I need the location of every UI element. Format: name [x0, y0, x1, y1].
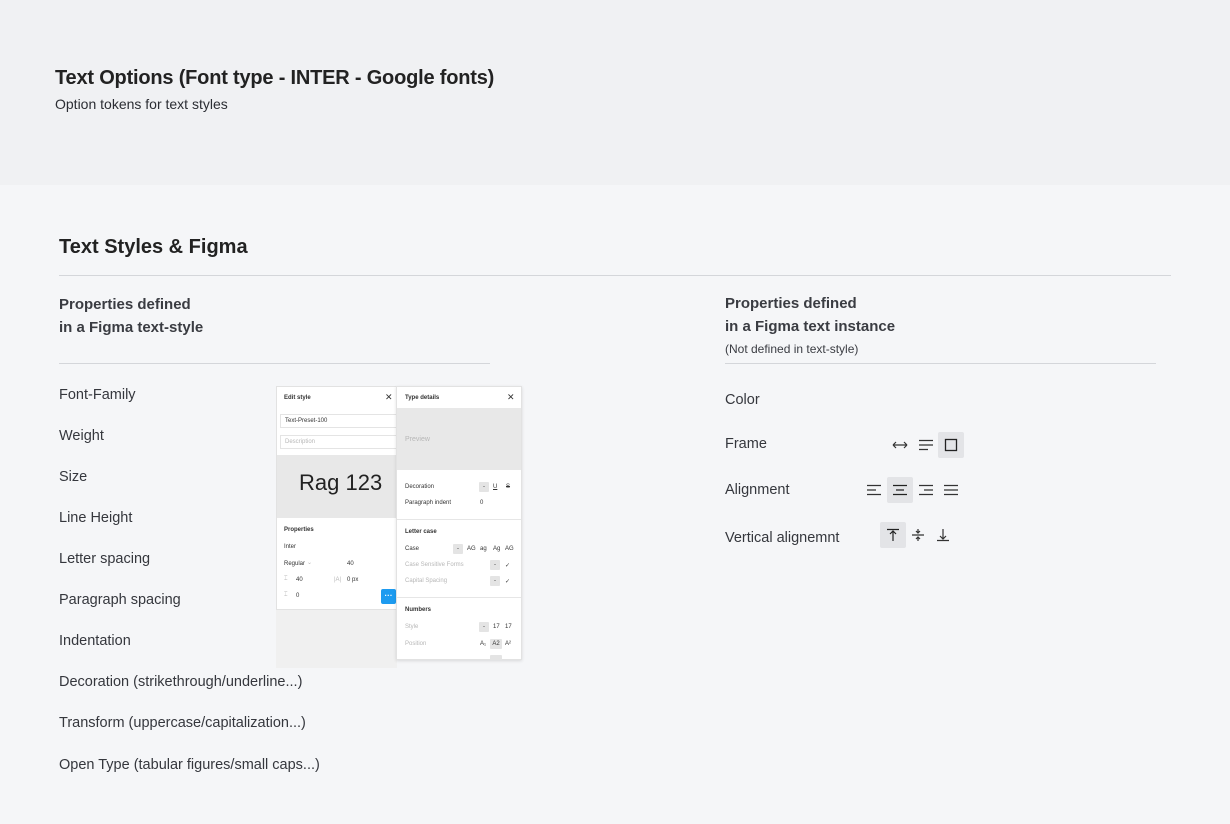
left-divider [59, 363, 490, 364]
prop-size: Size [59, 469, 88, 485]
number-style-label: Style [405, 624, 419, 630]
paragraph-spacing-icon: ⌶ [284, 592, 288, 598]
prop-alignment: Alignment [725, 482, 790, 498]
close-icon[interactable]: ✕ [385, 392, 393, 403]
paragraph-spacing-value[interactable]: 0 [296, 593, 299, 599]
case-label: Case [405, 546, 420, 552]
prop-letter-spacing: Letter spacing [59, 551, 151, 567]
prop-open-type: Open Type (tabular figures/small caps...… [59, 757, 320, 773]
page-subtitle: Option tokens for text styles [55, 96, 228, 112]
number-style-oldstyle[interactable]: 17 [505, 624, 512, 630]
number-style-none[interactable]: - [479, 622, 489, 632]
type-details-button[interactable]: ··· [381, 589, 396, 604]
underline-icon[interactable]: U [493, 484, 497, 490]
strikethrough-icon[interactable]: S [506, 484, 510, 490]
check-icon[interactable]: ✓ [505, 578, 510, 585]
line-height-icon: ⌶ [284, 576, 288, 582]
prop-paragraph-spacing: Paragraph spacing [59, 592, 181, 608]
position-subscript[interactable]: A₁ [480, 641, 486, 647]
figma-panels-screenshot: Edit style ✕ Text-Preset-100 Description… [276, 386, 522, 668]
description-field[interactable]: Description [280, 435, 398, 449]
auto-height-icon[interactable] [913, 432, 939, 458]
decoration-label: Decoration [405, 484, 435, 490]
right-heading-note: (Not defined in text-style) [725, 342, 859, 356]
case-smallcaps-option[interactable]: AG [505, 546, 514, 552]
check-icon[interactable]: ✓ [505, 562, 510, 569]
right-heading-line1: Properties defined [725, 295, 857, 312]
position-normal[interactable]: A2 [490, 639, 502, 649]
decoration-none-option[interactable]: - [479, 482, 489, 492]
case-upper-option[interactable]: AG [467, 546, 476, 552]
font-size-value[interactable]: 40 [347, 561, 354, 567]
capital-spacing-label: Capital Spacing [405, 578, 448, 584]
prop-frame: Frame [725, 436, 767, 452]
right-heading-line2: in a Figma text instance [725, 318, 896, 335]
prop-indentation: Indentation [59, 633, 131, 649]
right-column-heading: Properties defined in a Figma text insta… [725, 292, 895, 338]
page-title: Text Options (Font type - INTER - Google… [55, 67, 495, 89]
properties-label: Properties [284, 527, 314, 533]
prop-decoration: Decoration (strikethrough/underline...) [59, 674, 303, 690]
left-heading-line2: in a Figma text-style [59, 319, 204, 336]
prop-vertical-alignment: Vertical alignemnt [725, 530, 840, 546]
page-header: Text Options (Font type - INTER - Google… [0, 0, 1230, 185]
letter-spacing-value[interactable]: 0 px [347, 577, 358, 583]
right-divider [725, 363, 1156, 364]
case-none-option[interactable]: - [453, 544, 463, 554]
type-details-title: Type details [405, 395, 440, 401]
type-preview: Preview [405, 436, 430, 443]
case-lower-option[interactable]: ag [480, 546, 487, 552]
fixed-size-icon[interactable] [938, 432, 964, 458]
prop-weight: Weight [59, 428, 104, 444]
case-sensitive-off[interactable]: - [490, 560, 500, 570]
edit-style-panel: Edit style ✕ Text-Preset-100 Description… [276, 386, 398, 668]
font-family-value[interactable]: Inter [284, 544, 296, 550]
prop-font-family: Font-Family [59, 387, 136, 403]
align-bottom-icon[interactable] [930, 522, 956, 548]
numbers-label: Numbers [405, 607, 432, 613]
left-heading-line1: Properties defined [59, 296, 191, 313]
weight-value[interactable]: Regular [284, 561, 305, 567]
paragraph-indent-label: Paragraph indent [405, 500, 452, 506]
edit-style-title: Edit style [284, 395, 311, 401]
align-right-icon[interactable] [913, 477, 939, 503]
align-justify-icon[interactable] [938, 477, 964, 503]
prop-line-height: Line Height [59, 510, 133, 526]
paragraph-indent-value[interactable]: 0 [480, 500, 483, 506]
type-details-panel: Type details ✕ Preview Decoration - U S … [396, 386, 522, 660]
section-divider [59, 275, 1171, 276]
align-left-icon[interactable] [861, 477, 887, 503]
prop-color: Color [725, 392, 760, 408]
line-height-value[interactable]: 40 [296, 577, 303, 583]
letter-case-label: Letter case [405, 529, 437, 535]
number-style-lining[interactable]: 17 [493, 624, 500, 630]
case-sensitive-label: Case Sensitive Forms [405, 562, 464, 568]
style-preview-text: Rag 123 [299, 470, 383, 495]
prop-transform: Transform (uppercase/capitalization...) [59, 715, 306, 731]
style-name-field[interactable]: Text-Preset-100 [280, 414, 398, 428]
section-title: Text Styles & Figma [59, 236, 248, 258]
align-middle-icon[interactable] [905, 522, 931, 548]
number-position-label: Position [405, 641, 427, 647]
case-title-option[interactable]: Ag [493, 546, 500, 552]
close-icon[interactable]: ✕ [507, 392, 515, 403]
align-center-icon[interactable] [887, 477, 913, 503]
auto-width-icon[interactable] [887, 432, 913, 458]
letter-spacing-icon: |A| [334, 577, 342, 583]
chevron-down-icon: ⌄ [307, 560, 313, 566]
position-superscript[interactable]: A² [505, 641, 511, 647]
left-column-heading: Properties defined in a Figma text-style [59, 293, 203, 339]
align-top-icon[interactable] [880, 522, 906, 548]
capital-spacing-off[interactable]: - [490, 576, 500, 586]
